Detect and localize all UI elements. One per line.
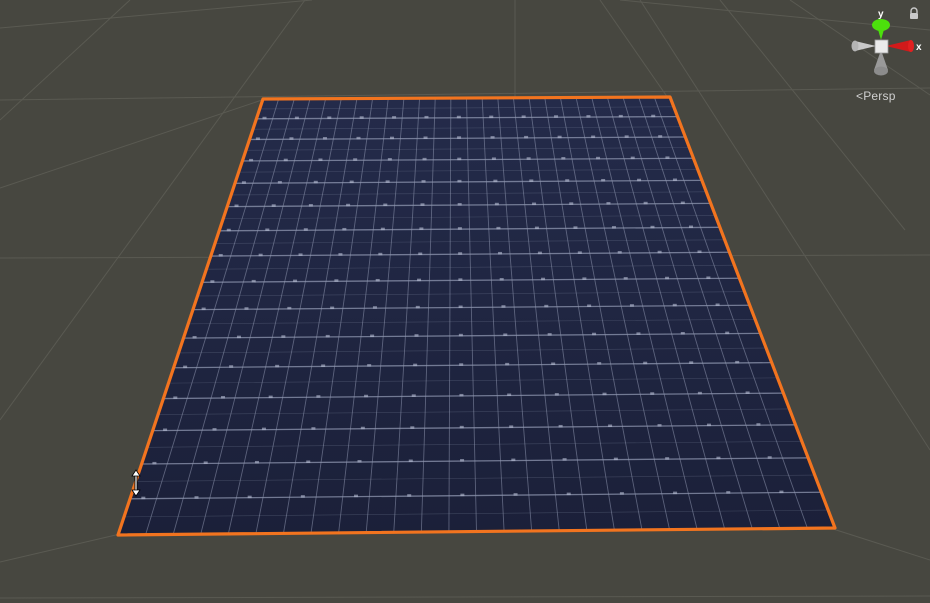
x-axis-label: x [916,42,922,53]
lock-icon[interactable] [906,7,922,21]
gizmo-center-cube[interactable] [874,39,889,54]
projection-toggle[interactable]: <Persp [856,89,896,103]
x-axis-handle[interactable]: x [886,40,922,53]
negative-y-axis-handle[interactable] [874,50,888,76]
projection-label: Persp [863,89,896,103]
y-axis-label: y [878,9,884,20]
negative-x-axis-handle[interactable] [851,40,877,52]
y-axis-handle[interactable]: y [872,9,890,40]
selected-plane-object[interactable] [118,97,835,535]
scene-viewport[interactable] [0,0,930,603]
